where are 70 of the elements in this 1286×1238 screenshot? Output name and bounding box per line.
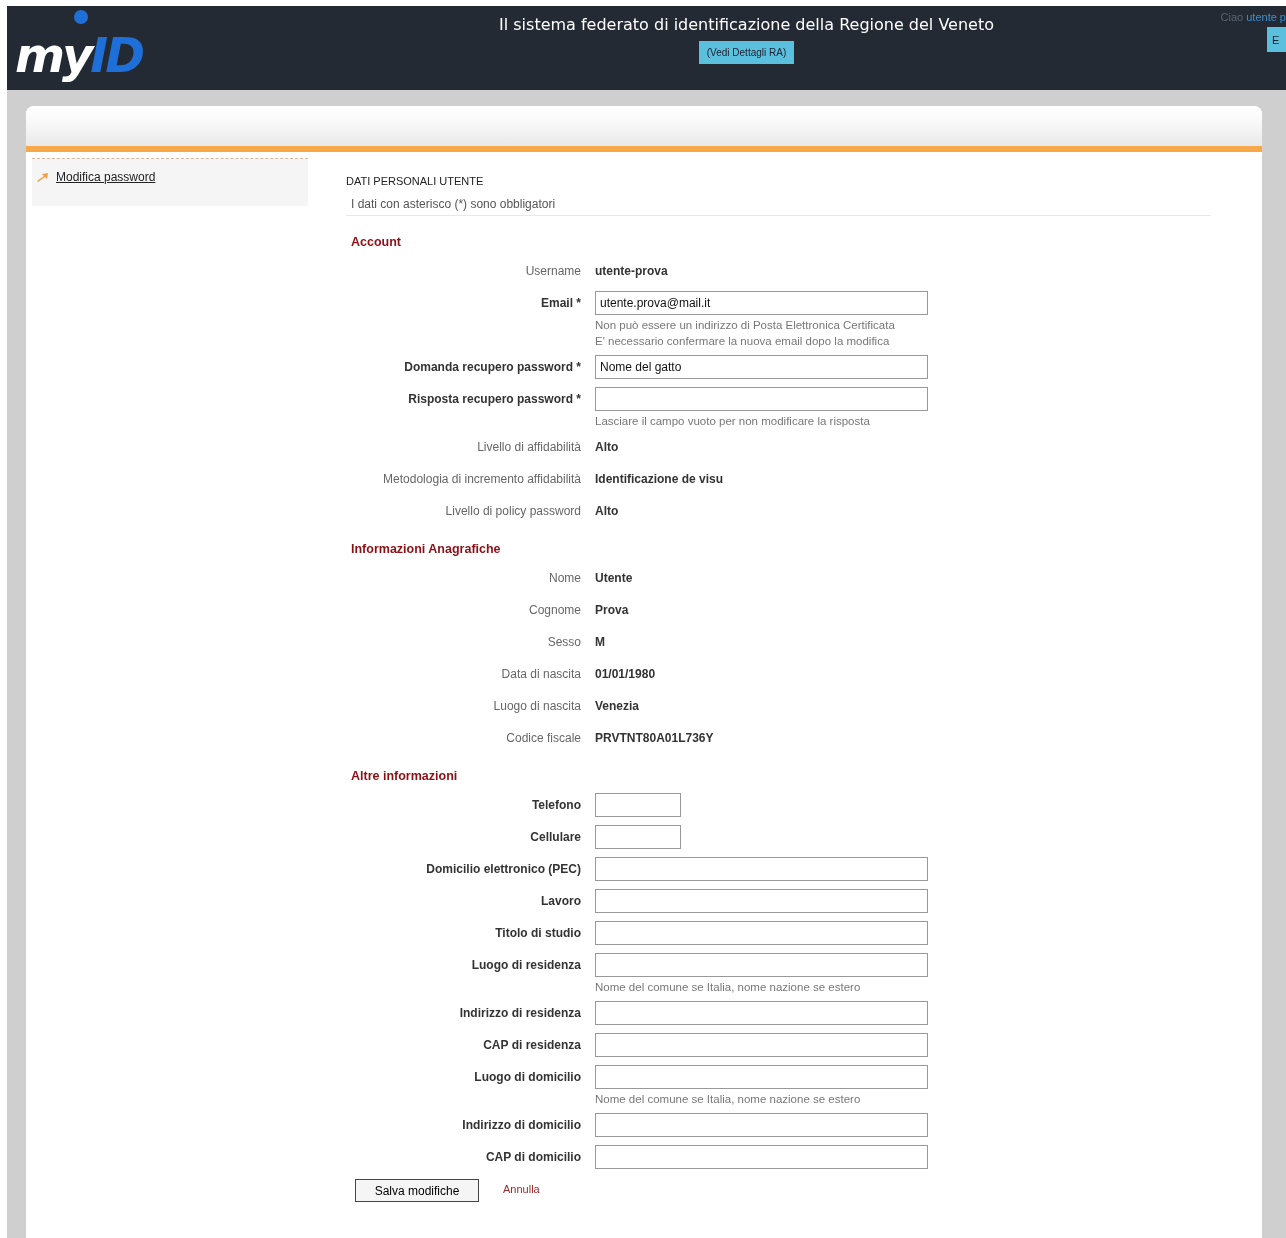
input-field[interactable] (595, 889, 928, 913)
user-link[interactable]: utente p (1246, 11, 1286, 23)
field-label: Nome (548, 570, 581, 587)
field-value: Alto (595, 439, 620, 456)
field-value: utente-prova (595, 263, 669, 280)
field-label: CAP di domicilio (484, 1149, 581, 1166)
section-title: Account (351, 235, 402, 249)
logo-dot-icon (74, 10, 88, 24)
input-field[interactable] (595, 1033, 928, 1057)
field-label: Risposta recupero password * (407, 391, 581, 408)
input-field[interactable] (595, 793, 681, 817)
field-label: Username (524, 263, 581, 280)
input-field[interactable] (595, 1001, 928, 1025)
field-label: Luogo di domicilio (473, 1069, 581, 1086)
field-value: Utente (595, 570, 634, 587)
field-hint: Non può essere un indirizzo di Posta Elettronica Certificata (595, 319, 896, 331)
section-title: Altre informazioni (351, 769, 459, 783)
form-title: DATI PERSONALI UTENTE (346, 175, 485, 187)
field-label: Titolo di studio (494, 925, 581, 942)
field-label: Livello di affidabilità (476, 439, 581, 456)
field-value: Identificazione de visu (595, 471, 725, 488)
save-button[interactable]: Salva modifiche (355, 1179, 479, 1202)
field-label: Cellulare (529, 829, 581, 846)
field-label: Metodologia di incremento affidabilità (382, 471, 581, 488)
field-label: Sesso (546, 634, 581, 651)
field-label: Email * (539, 295, 581, 312)
arrow-icon (37, 173, 48, 182)
logo-text: myID (15, 26, 144, 84)
required-note: I dati con asterisco (*) sono obbligatori (346, 187, 1211, 216)
field-hint: Lasciare il campo vuoto per non modificare la risposta (595, 415, 871, 427)
field-label: CAP di residenza (482, 1037, 581, 1054)
field-label: Domanda recupero password * (403, 359, 581, 376)
details-button[interactable]: (Vedi Dettagli RA) (698, 41, 795, 64)
field-value: Alto (595, 503, 620, 520)
field-hint: E' necessario confermare la nuova email dopo la modifica (595, 335, 891, 347)
input-field[interactable]: Nome del gatto (595, 355, 928, 379)
field-value: PRVTNT80A01L736Y (595, 730, 715, 747)
input-field[interactable] (595, 1113, 928, 1137)
field-label: Livello di policy password (444, 503, 581, 520)
field-label: Lavoro (540, 893, 581, 910)
input-field[interactable] (595, 387, 928, 411)
field-label: Luogo di nascita (492, 698, 581, 715)
input-field[interactable] (595, 825, 681, 849)
field-hint: Nome del comune se Italia, nome nazione se estero (595, 981, 862, 993)
input-field[interactable] (595, 1065, 928, 1089)
field-label: Cognome (527, 602, 581, 619)
sidebar-link[interactable]: Modifica password (56, 170, 156, 184)
field-label: Indirizzo di residenza (458, 1005, 581, 1022)
section-title: Informazioni Anagrafiche (351, 542, 502, 556)
field-value: M (595, 634, 606, 651)
input-field[interactable] (595, 1145, 928, 1169)
field-value: Venezia (595, 698, 641, 715)
input-field[interactable] (595, 953, 928, 977)
input-field[interactable]: utente.prova@mail.it (595, 291, 928, 315)
input-field[interactable] (595, 857, 928, 881)
field-hint: Nome del comune se Italia, nome nazione se estero (595, 1093, 862, 1105)
field-label: Indirizzo di domicilio (461, 1117, 581, 1134)
field-label: Telefono (530, 797, 581, 814)
cancel-link[interactable]: Annulla (503, 1182, 540, 1195)
exit-button[interactable]: E (1267, 27, 1286, 52)
field-value: 01/01/1980 (595, 666, 657, 683)
field-label: Codice fiscale (505, 730, 581, 747)
sidebar-item[interactable]: Modifica password (32, 158, 308, 206)
input-field[interactable] (595, 921, 928, 945)
site-title: Il sistema federato di identificazione della Regione del Veneto (499, 15, 994, 34)
field-label: Luogo di residenza (470, 957, 581, 974)
field-value: Prova (595, 602, 630, 619)
greeting-text: Ciao (1220, 11, 1244, 23)
field-label: Data di nascita (500, 666, 581, 683)
field-label: Domicilio elettronico (PEC) (425, 861, 581, 878)
